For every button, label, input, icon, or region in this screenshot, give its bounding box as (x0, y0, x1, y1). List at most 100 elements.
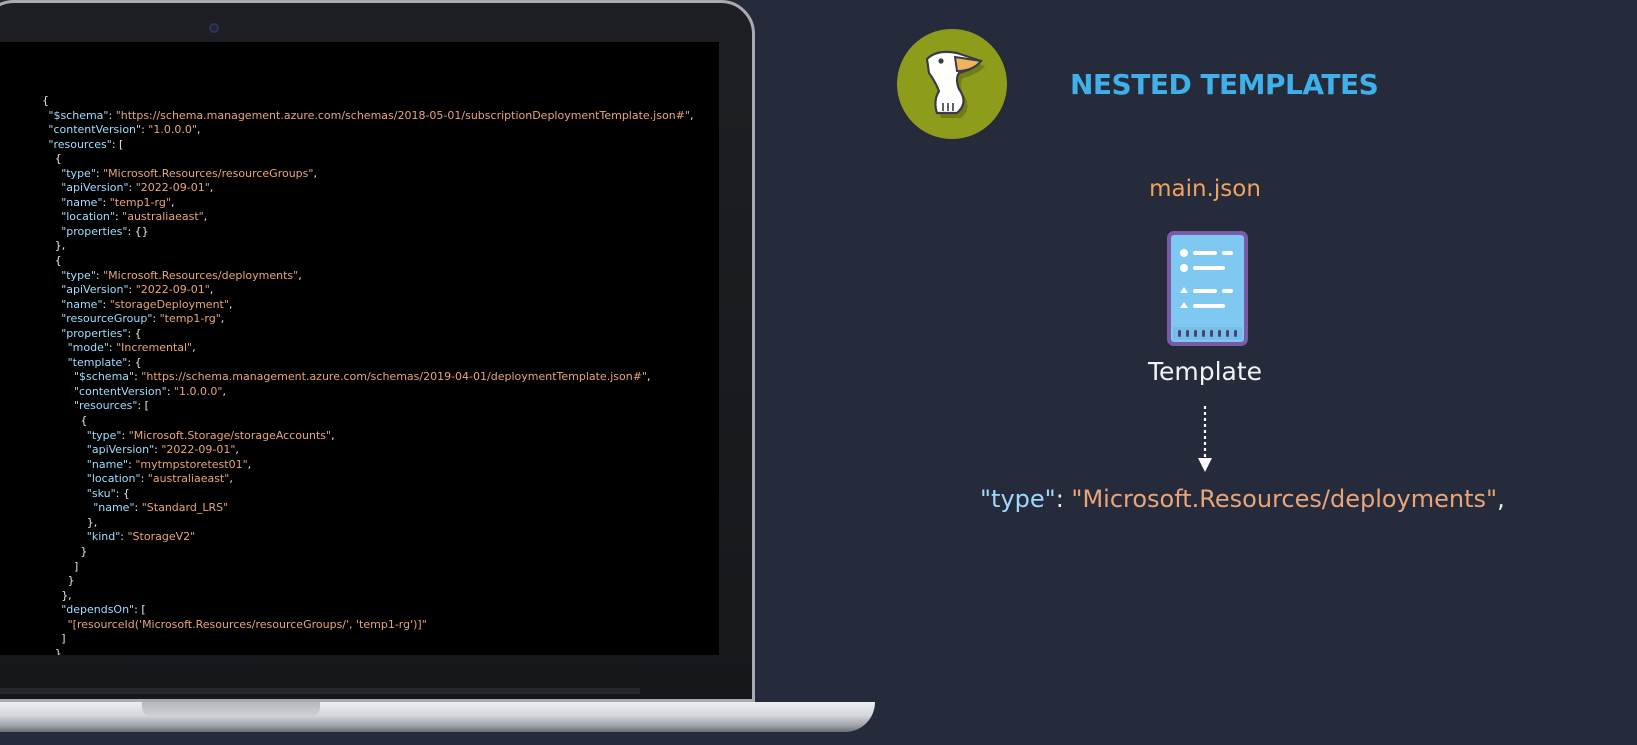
code-punctuation: { (42, 94, 49, 107)
code-line: "resources": [ (48, 137, 124, 151)
code-punctuation: , (229, 472, 233, 486)
template-document-icon (1167, 231, 1248, 350)
code-key: "resources" (74, 399, 138, 413)
code-string: "australiaeast" (147, 472, 230, 486)
code-line: "mode": "Incremental", (67, 341, 196, 355)
code-line: { (42, 254, 693, 269)
type-property-line: "type": "Microsoft.Resources/deployments… (980, 485, 1505, 513)
code-line: "$schema": "https://schema.management.az… (74, 370, 651, 384)
type-colon: : (1055, 485, 1072, 513)
code-punctuation: , (209, 181, 214, 195)
type-key: "type" (980, 485, 1056, 513)
laptop-notch (142, 702, 320, 717)
code-line: "apiVersion": "2022-09-01", (86, 443, 239, 457)
code-punctuation: { (54, 152, 62, 166)
code-string: "storageDeployment" (109, 297, 229, 311)
code-line: "apiVersion": "2022-09-01", (61, 283, 214, 297)
code-line: "type": "Microsoft.Resources/resourceGro… (61, 166, 317, 180)
code-line: "resources": [ (74, 399, 149, 413)
code-string: "Microsoft.Resources/deployments" (103, 268, 299, 282)
code-punctuation: }, (54, 239, 66, 253)
code-line: "[resourceId('Microsoft.Resources/resour… (42, 618, 693, 633)
code-punctuation: , (689, 108, 694, 122)
template-label: Template (1147, 357, 1263, 386)
code-line: "properties": {} (61, 224, 149, 238)
code-punctuation: }, (86, 515, 98, 529)
code-key: "properties" (61, 224, 128, 238)
code-punctuation: , (298, 268, 302, 282)
code-line: "contentVersion": "1.0.0.0", (48, 123, 201, 137)
code-key: "type" (61, 166, 96, 180)
code-line: }, (42, 516, 693, 531)
code-punctuation: ] (61, 632, 66, 646)
type-value: "Microsoft.Resources/deployments" (1071, 485, 1498, 513)
code-string: "2022-09-01" (135, 283, 210, 297)
code-string: "Microsoft.Resources/resourceGroups" (103, 166, 314, 180)
code-punctuation: , (228, 297, 233, 311)
code-line: "name": "Standard_LRS" (93, 501, 229, 515)
code-key: "properties" (61, 326, 128, 340)
code-key: "apiVersion" (61, 181, 129, 195)
code-line: "location": "australiaeast", (61, 210, 208, 224)
code-punctuation: , (192, 341, 196, 355)
code-line: { (42, 94, 693, 109)
code-punctuation: { (122, 486, 130, 500)
code-string: "Standard_LRS" (141, 501, 229, 515)
code-punctuation: , (203, 210, 208, 224)
code-key: "contentVersion" (74, 384, 167, 398)
code-line: "template": { (67, 355, 142, 369)
code-punctuation: [ (144, 399, 149, 413)
code-string: "https://schema.management.azure.com/sch… (141, 370, 647, 384)
code-string: "2022-09-01" (135, 181, 210, 195)
code-punctuation: { (134, 355, 142, 369)
code-line: }, (42, 239, 693, 254)
code-punctuation: } (67, 574, 75, 588)
code-punctuation: , (235, 443, 239, 457)
code-line: "location": "australiaeast", (86, 472, 233, 486)
code-punctuation: , (313, 166, 317, 180)
code-line: ] (42, 560, 693, 575)
code-key: "name" (86, 457, 129, 471)
code-line: "kind": "StorageV2" (86, 530, 196, 544)
code-line: "$schema": "https://schema.management.az… (48, 108, 694, 122)
code-string: "temp1-rg" (159, 312, 221, 326)
code-line: } (42, 574, 693, 589)
code-key: "resourceGroup" (61, 312, 153, 326)
code-string: "https://schema.management.azure.com/sch… (115, 108, 690, 122)
code-line: "properties": { (61, 326, 142, 340)
code-line: }, (42, 589, 693, 604)
code-line: "sku": { (86, 486, 130, 500)
code-line: "name": "mytmpstoretest01", (86, 457, 252, 471)
code-key: "kind" (86, 530, 121, 544)
laptop-bezel (0, 688, 640, 694)
code-punctuation: , (170, 195, 175, 209)
code-punctuation: , (209, 283, 214, 297)
code-punctuation: ] (74, 559, 79, 573)
code-line: "apiVersion": "2022-09-01", (61, 181, 214, 195)
code-key: "name" (93, 501, 135, 515)
code-key: "dependsOn" (61, 603, 135, 617)
code-string: "1.0.0.0" (173, 384, 223, 398)
code-key: "apiVersion" (86, 443, 155, 457)
code-key: "type" (86, 428, 122, 442)
code-key: "name" (61, 195, 103, 209)
code-line: ] (42, 632, 693, 647)
code-punctuation: , (222, 384, 227, 398)
code-line: "resourceGroup": "temp1-rg", (61, 312, 225, 326)
code-punctuation: }, (61, 588, 72, 602)
code-string: "2022-09-01" (161, 443, 236, 457)
code-key: "type" (61, 268, 96, 282)
type-trailing-comma: , (1497, 485, 1505, 513)
camera-icon (209, 23, 219, 33)
code-string: "[resourceId('Microsoft.Resources/resour… (67, 617, 427, 631)
code-string: "StorageV2" (127, 530, 196, 544)
json-code-block: {"$schema": "https://schema.management.a… (42, 94, 693, 655)
code-key: "sku" (86, 486, 116, 500)
code-punctuation: , (331, 428, 335, 442)
code-punctuation: , (247, 457, 252, 471)
code-line: } (42, 545, 693, 560)
code-key: "mode" (67, 341, 109, 355)
code-string: "temp1-rg" (109, 195, 171, 209)
laptop-base (0, 702, 875, 732)
code-key: "location" (86, 472, 141, 486)
